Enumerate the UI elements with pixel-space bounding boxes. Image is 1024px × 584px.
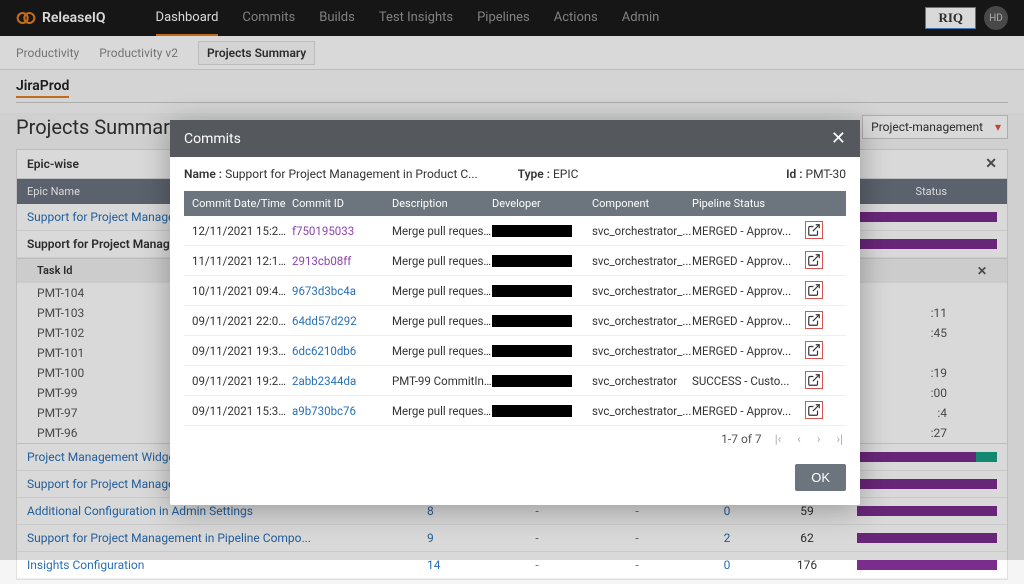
open-external-icon[interactable] [805,251,823,269]
val-a: - [487,558,587,572]
commit-id-link[interactable]: a9b730bc76 [292,404,392,418]
commit-datetime: 12/11/2021 15:21... [192,224,292,238]
pager-first-icon[interactable]: |‹ [772,432,785,446]
col-pipeline-status: Pipeline Status [692,197,802,210]
open-external-icon[interactable] [805,311,823,329]
commit-component: svc_orchestrator_... [592,314,692,328]
commit-description: Merge pull reques... [392,404,492,418]
open-external-icon[interactable] [805,341,823,359]
open-link[interactable] [802,251,826,270]
open-external-icon[interactable] [805,281,823,299]
commit-pipeline-status: MERGED - Approv... [692,224,802,238]
commit-pipeline-status: SUCCESS - Custo... [692,374,802,388]
open-link[interactable] [802,341,826,360]
open-external-icon[interactable] [805,401,823,419]
modal-title: Commits [184,131,241,147]
col-datetime: Commit Date/Time [192,197,292,210]
open-link[interactable] [802,281,826,300]
id-label: Id : [786,167,802,181]
commit-id-link[interactable]: f750195033 [292,224,392,238]
pager: 1-7 of 7 |‹ ‹ › ›| [170,426,860,456]
commit-pipeline-status: MERGED - Approv... [692,314,802,328]
commits-table-header: Commit Date/Time Commit ID Description D… [184,191,846,216]
modal-header: Commits ✕ [170,120,860,157]
open-link[interactable] [802,311,826,330]
commit-id-link[interactable]: 2913cb08ff [292,254,392,268]
commit-description: Merge pull reques... [392,254,492,268]
pager-prev-icon[interactable]: ‹ [794,432,804,446]
commit-component: svc_orchestrator_... [592,344,692,358]
open-link[interactable] [802,221,826,240]
val-d: 176 [767,558,847,572]
open-external-icon[interactable] [805,221,823,239]
commit-description: Merge pull reques... [392,314,492,328]
epic-name-link[interactable]: Insights Configuration [27,558,427,572]
commit-developer [492,285,592,297]
commit-row: 09/11/2021 19:35...6dc6210db6Merge pull … [184,336,846,366]
type-label: Type : [518,167,550,181]
val-b: - [587,558,687,572]
commit-row: 09/11/2021 19:29...2abb2344daPMT-99 Comm… [184,366,846,396]
modal-meta: Name : Support for Project Management in… [170,157,860,191]
commit-description: Merge pull reques... [392,224,492,238]
commit-datetime: 09/11/2021 19:29... [192,374,292,388]
open-link[interactable] [802,401,826,420]
commit-developer [492,315,592,327]
commit-id-link[interactable]: 2abb2344da [292,374,392,388]
commit-datetime: 09/11/2021 22:04... [192,314,292,328]
status-bar [857,560,997,570]
commit-datetime: 10/11/2021 09:42... [192,284,292,298]
name-value: Support for Project Management in Produc… [225,167,478,181]
commit-developer [492,345,592,357]
val-c: 0 [687,558,767,572]
commit-pipeline-status: MERGED - Approv... [692,254,802,268]
commit-pipeline-status: MERGED - Approv... [692,284,802,298]
commit-developer [492,405,592,417]
commit-description: PMT-99 CommitIn... [392,374,492,388]
commit-pipeline-status: MERGED - Approv... [692,344,802,358]
pager-text: 1-7 of 7 [721,432,762,446]
commit-component: svc_orchestrator [592,374,692,388]
pager-next-icon[interactable]: › [814,432,824,446]
commit-developer [492,255,592,267]
commit-component: svc_orchestrator_... [592,224,692,238]
commit-datetime: 11/11/2021 12:10... [192,254,292,268]
commit-row: 12/11/2021 15:21...f750195033Merge pull … [184,216,846,246]
count: 14 [427,558,487,572]
ok-button[interactable]: OK [795,464,846,491]
commit-developer [492,225,592,237]
commit-pipeline-status: MERGED - Approv... [692,404,802,418]
commit-row: 09/11/2021 15:34...a9b730bc76Merge pull … [184,396,846,426]
commits-modal: Commits ✕ Name : Support for Project Man… [170,120,860,505]
type-value: EPIC [553,167,578,181]
col-developer: Developer [492,197,592,210]
col-commit-id: Commit ID [292,197,392,210]
commit-component: svc_orchestrator_... [592,404,692,418]
commit-description: Merge pull reques... [392,344,492,358]
pager-last-icon[interactable]: ›| [833,432,846,446]
commit-row: 11/11/2021 12:10...2913cb08ffMerge pull … [184,246,846,276]
commit-datetime: 09/11/2021 15:34... [192,404,292,418]
commit-id-link[interactable]: 64dd57d292 [292,314,392,328]
close-icon[interactable]: ✕ [831,128,846,149]
commit-developer [492,375,592,387]
name-label: Name : [184,167,222,181]
open-external-icon[interactable] [805,371,823,389]
id-value: PMT-30 [806,167,846,181]
commit-id-link[interactable]: 6dc6210db6 [292,344,392,358]
commit-row: 09/11/2021 22:04...64dd57d292Merge pull … [184,306,846,336]
commit-description: Merge pull reques... [392,284,492,298]
col-description: Description [392,197,492,210]
commit-component: svc_orchestrator_... [592,284,692,298]
commit-component: svc_orchestrator_... [592,254,692,268]
commit-id-link[interactable]: 9673d3bc4a [292,284,392,298]
commit-row: 10/11/2021 09:42...9673d3bc4aMerge pull … [184,276,846,306]
col-component: Component [592,197,692,210]
commit-datetime: 09/11/2021 19:35... [192,344,292,358]
open-link[interactable] [802,371,826,390]
